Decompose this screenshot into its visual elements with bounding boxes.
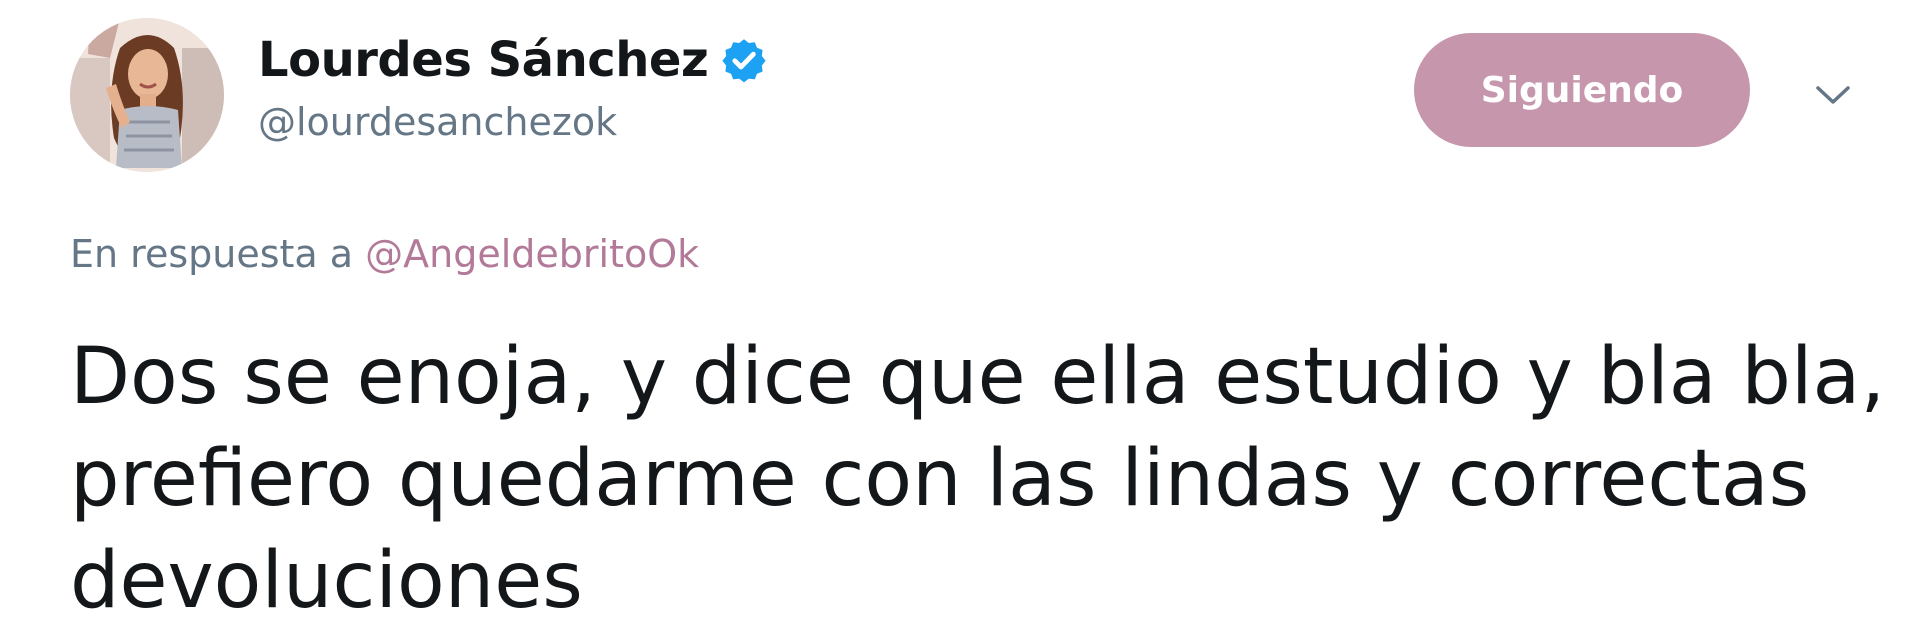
display-name-row[interactable]: Lourdes Sánchez [258, 22, 768, 98]
avatar[interactable] [70, 18, 224, 172]
tweet-card: Lourdes Sánchez @lourdesanchezok Siguien… [0, 0, 1920, 632]
verified-badge-icon [720, 36, 768, 84]
display-name[interactable]: Lourdes Sánchez [258, 32, 709, 88]
profile-photo [70, 18, 224, 172]
user-info: Lourdes Sánchez @lourdesanchezok [258, 22, 768, 144]
username[interactable]: @lourdesanchezok [258, 100, 768, 144]
reply-context: En respuesta a @AngeldebritoOk [70, 232, 699, 276]
tweet-text: Dos se enoja, y dice que ella estudio y … [70, 332, 1886, 626]
reply-context-prefix: En respuesta a [70, 232, 354, 276]
chevron-down-icon[interactable] [1814, 76, 1852, 114]
following-button[interactable]: Siguiendo [1414, 33, 1750, 147]
reply-handle-link[interactable]: @AngeldebritoOk [365, 232, 699, 276]
